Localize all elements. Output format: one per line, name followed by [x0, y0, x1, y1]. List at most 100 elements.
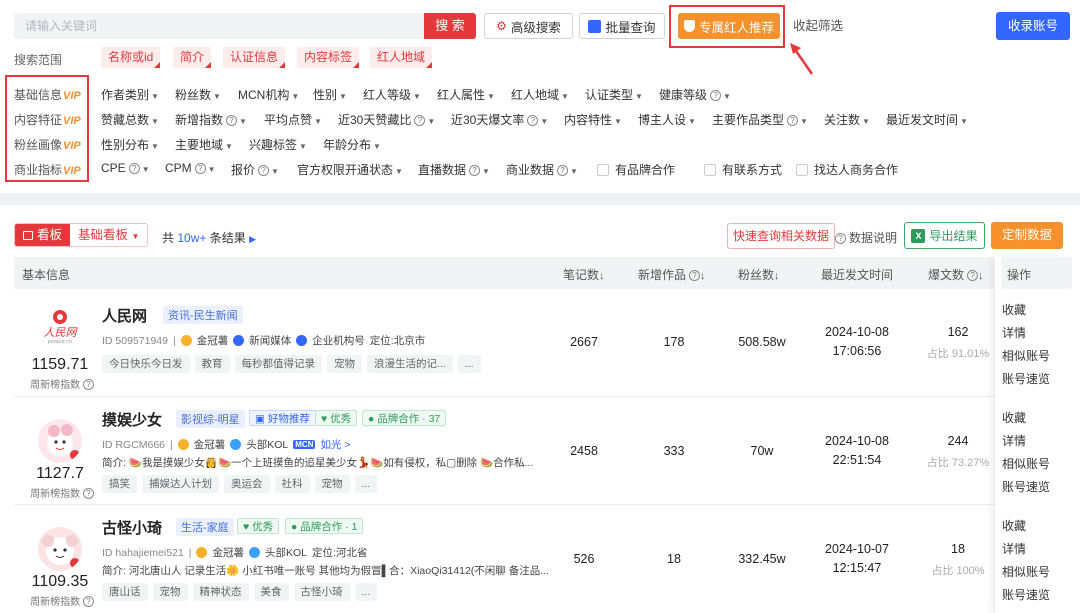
checkbox[interactable]	[704, 164, 716, 176]
filter-gender-dist[interactable]: 性别分布 ▼	[101, 136, 159, 153]
op-favorite[interactable]: 收藏	[1002, 517, 1026, 534]
scope-tag-region[interactable]: 红人地域	[370, 47, 433, 68]
filter-persona[interactable]: 博主人设 ▼	[638, 111, 696, 128]
account-meta: ID hahajiemei521 | 金冠薯 头部KOL 定位:河北省	[102, 546, 368, 560]
col-notes[interactable]: 笔记数↓	[563, 266, 605, 283]
filter-age[interactable]: 年龄分布 ▼	[323, 136, 381, 153]
checkbox[interactable]	[796, 164, 808, 176]
filter-gender[interactable]: 性别 ▼	[313, 86, 347, 103]
account-name[interactable]: 人民网	[102, 305, 147, 326]
op-favorite[interactable]: 收藏	[1002, 301, 1026, 318]
notes-count: 2458	[570, 444, 598, 458]
export-button[interactable]: X 导出结果	[904, 222, 985, 249]
op-preview[interactable]: 账号速览	[1002, 586, 1050, 603]
help-icon: ?	[414, 115, 426, 126]
check-business[interactable]: 找达人商务合作	[796, 161, 898, 178]
filter-auth-type[interactable]: 认证类型 ▼	[585, 86, 643, 103]
crown-icon	[177, 439, 189, 450]
filter-work-type[interactable]: 主要作品类型? ▼	[712, 111, 808, 128]
collect-account-button[interactable]: 收录账号	[996, 12, 1070, 40]
search-input[interactable]: 请输入关键词	[14, 13, 424, 39]
op-detail[interactable]: 详情	[1002, 540, 1026, 557]
vip-group-fans: 粉丝画像VIP	[14, 138, 81, 152]
red-arrow-icon	[790, 43, 814, 75]
data-note-link[interactable]: ? 数据说明	[835, 229, 897, 246]
filter-health[interactable]: 健康等级? ▼	[659, 86, 731, 103]
badge-excellent: ♥ 优秀	[237, 518, 280, 534]
batch-query-button[interactable]: 批量查询	[579, 13, 665, 39]
vip-group-business: 商业指标VIP	[14, 163, 81, 177]
filter-attribute[interactable]: 红人属性 ▼	[437, 86, 495, 103]
filter-cpm[interactable]: CPM? ▼	[165, 161, 216, 175]
filter-main-region[interactable]: 主要地域 ▼	[175, 136, 233, 153]
scope-tag-auth[interactable]: 认证信息	[223, 47, 286, 68]
account-meta: ID RGCM666 | 金冠薯 头部KOL MCN 如光 >	[102, 437, 351, 452]
help-icon: ?	[527, 115, 539, 126]
kol-icon	[248, 547, 260, 558]
last-post-time: 17:06:56	[832, 344, 882, 358]
filter-live[interactable]: 直播数据? ▼	[418, 161, 490, 178]
filter-following[interactable]: 关注数 ▼	[824, 111, 870, 128]
crown-icon	[180, 335, 192, 346]
scope-tag-intro[interactable]: 简介	[173, 47, 212, 68]
collapse-filter-link[interactable]: 收起筛选	[793, 13, 843, 39]
board-tab[interactable]: 看板	[15, 224, 71, 246]
advanced-search-button[interactable]: ⚙ 高级搜索	[484, 13, 573, 39]
hot-count: 18	[951, 542, 965, 556]
scope-tag-content[interactable]: 内容标签	[297, 47, 360, 68]
filter-likes-total[interactable]: 赞藏总数 ▼	[101, 111, 159, 128]
filter-content-feature[interactable]: 内容特性 ▼	[564, 111, 622, 128]
filter-author-type[interactable]: 作者类别 ▼	[101, 86, 159, 103]
quick-query-button[interactable]: 快速查询相关数据	[727, 223, 836, 249]
mcn-link[interactable]: 如光 >	[320, 437, 350, 452]
op-favorite[interactable]: 收藏	[1002, 409, 1026, 426]
op-preview[interactable]: 账号速览	[1002, 370, 1050, 387]
op-similar[interactable]: 相似账号	[1002, 347, 1050, 364]
filter-new-index[interactable]: 新增指数? ▼	[175, 111, 247, 128]
help-icon: ?	[226, 115, 238, 126]
account-name[interactable]: 古怪小琦	[102, 517, 162, 538]
filter-30d-hot[interactable]: 近30天爆文率? ▼	[451, 111, 548, 128]
notes-count: 526	[573, 552, 595, 566]
crown-icon	[196, 547, 208, 558]
filter-last-post[interactable]: 最近发文时间 ▼	[886, 111, 968, 128]
help-icon: ?	[710, 90, 722, 101]
checkbox[interactable]	[597, 164, 609, 176]
account-bio: 简介: 🍉我是摸娱少女👸🍉一个上班摸鱼的追星美少女💃🍉如有侵权，私▢删除 🍉合作…	[102, 457, 534, 469]
fans-count: 508.58w	[738, 335, 786, 349]
account-name[interactable]: 摸娱少女	[102, 409, 162, 430]
col-fans[interactable]: 粉丝数↓	[738, 266, 780, 283]
op-similar[interactable]: 相似账号	[1002, 563, 1050, 580]
board-switch[interactable]: 看板 基础看板 ▼	[14, 223, 149, 247]
custom-data-button[interactable]: 定制数据	[991, 222, 1063, 249]
filter-mcn[interactable]: MCN机构 ▼	[238, 86, 299, 103]
col-hot[interactable]: 爆文数? ↓	[928, 266, 984, 283]
filter-permission[interactable]: 官方权限开通状态 ▼	[297, 161, 403, 178]
filter-fans-count[interactable]: 粉丝数 ▼	[175, 86, 221, 103]
filter-price[interactable]: 报价? ▼	[231, 161, 279, 178]
filter-level[interactable]: 红人等级 ▼	[363, 86, 421, 103]
op-preview[interactable]: 账号速览	[1002, 478, 1050, 495]
col-new[interactable]: 新增作品? ↓	[638, 266, 706, 283]
op-detail[interactable]: 详情	[1002, 324, 1026, 341]
filter-region[interactable]: 红人地域 ▼	[511, 86, 569, 103]
op-similar[interactable]: 相似账号	[1002, 455, 1050, 472]
help-icon: ?	[194, 163, 206, 174]
scope-tag-name[interactable]: 名称或id	[101, 47, 161, 68]
op-detail[interactable]: 详情	[1002, 432, 1026, 449]
filter-avg-likes[interactable]: 平均点赞 ▼	[264, 111, 322, 128]
svg-text:people.cn: people.cn	[48, 339, 72, 345]
check-brand[interactable]: 有品牌合作	[597, 161, 675, 178]
search-button[interactable]: 搜 索	[424, 13, 476, 39]
filter-interest[interactable]: 兴趣标签 ▼	[249, 136, 307, 153]
check-contact[interactable]: 有联系方式	[704, 161, 782, 178]
category-tag: 资讯-民生新闻	[163, 306, 243, 324]
exclusive-recommend-button[interactable]: 专属红人推荐	[678, 13, 780, 39]
badge-excellent: ♥ 优秀	[315, 410, 358, 426]
filter-30d-ratio[interactable]: 近30天赞藏比? ▼	[338, 111, 435, 128]
board-type-select[interactable]: 基础看板 ▼	[70, 224, 148, 246]
filter-cpe[interactable]: CPE? ▼	[101, 161, 150, 175]
weekly-index-label: 周新榜指数 ?	[26, 485, 98, 500]
filter-business[interactable]: 商业数据? ▼	[506, 161, 578, 178]
last-post-time: 12:15:47	[832, 561, 882, 575]
